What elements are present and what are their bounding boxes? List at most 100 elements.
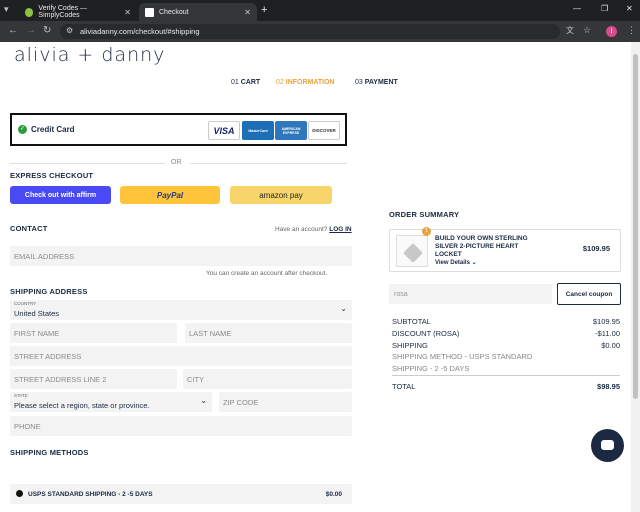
shipping-address-title: SHIPPING ADDRESS (10, 287, 88, 296)
street-address-field[interactable]: STREET ADDRESS (10, 346, 352, 366)
minimize-icon[interactable]: — (573, 4, 581, 13)
street-placeholder: STREET ADDRESS (14, 351, 82, 361)
restore-icon[interactable]: ❐ (601, 4, 608, 13)
step-label: PAYMENT (364, 79, 398, 86)
close-tab-icon[interactable]: ✕ (124, 8, 131, 17)
step-information: 02 INFORMATION (276, 79, 335, 86)
mastercard-card-icon: MasterCard (242, 121, 274, 140)
forward-icon[interactable]: → (26, 25, 36, 36)
chevron-down-icon: ⌄ (471, 260, 477, 266)
tab-verify-codes[interactable]: Verify Codes — SimplyCodes ✕ (19, 3, 137, 21)
heart-locket-icon (403, 243, 423, 263)
profile-avatar[interactable]: I (606, 26, 617, 37)
menu-kebab-icon[interactable]: ⋮ (627, 25, 636, 36)
subtotal-row: SUBTOTAL $109.95 (392, 317, 620, 326)
translate-icon[interactable]: 文 (566, 25, 574, 36)
coupon-value: rosa (394, 290, 408, 298)
close-tab-icon[interactable]: ✕ (244, 8, 251, 17)
email-field[interactable]: EMAIL ADDRESS (10, 246, 352, 266)
order-summary-title: ORDER SUMMARY (389, 210, 460, 219)
view-details-toggle[interactable]: View Details ⌄ (435, 259, 477, 266)
login-link[interactable]: LOG IN (329, 226, 351, 233)
discover-card-icon: DISCOVER (308, 121, 340, 140)
zip-placeholder: ZIP CODE (223, 397, 259, 407)
tab-search-icon[interactable]: ▾ (4, 4, 9, 15)
view-details-label: View Details (435, 260, 470, 266)
email-placeholder: EMAIL ADDRESS (14, 251, 75, 261)
step-number: 02 (276, 79, 284, 86)
product-thumbnail (396, 235, 428, 267)
shipping-value: $0.00 (601, 341, 620, 350)
bookmark-star-icon[interactable]: ☆ (583, 25, 591, 36)
tab-checkout[interactable]: Checkout ✕ (139, 3, 257, 21)
cancel-coupon-button[interactable]: Cancel coupon (557, 283, 621, 305)
state-select[interactable]: STATE Please select a region, state or p… (10, 392, 212, 412)
country-label: COUNTRY (14, 301, 37, 306)
step-label: INFORMATION (285, 79, 335, 86)
express-checkout-title: EXPRESS CHECKOUT (10, 171, 94, 180)
step-number: 03 (355, 79, 363, 86)
credit-card-label: Credit Card (31, 125, 75, 134)
amazon-pay-button[interactable]: amazon pay (230, 186, 332, 204)
step-cart[interactable]: 01 CART (231, 79, 260, 86)
contact-title: CONTACT (10, 224, 48, 233)
step-number: 01 (231, 79, 239, 86)
address-bar-row: ← → ↻ ⚙ aliviadanny.com/checkout/#shippi… (0, 21, 640, 42)
summary-divider (392, 375, 620, 376)
radio-selected-icon (16, 490, 23, 497)
back-icon[interactable]: ← (8, 25, 18, 36)
visa-card-icon: VISA (208, 121, 240, 140)
account-note: You can create an account after checkout… (206, 270, 328, 277)
or-separator: OR (171, 159, 182, 166)
country-select[interactable]: COUNTRY United States ⌄ (10, 300, 352, 320)
paypal-button[interactable]: PayPal (120, 186, 220, 204)
order-item: 1 BUILD YOUR OWN STERLING SILVER 2-PICTU… (389, 227, 621, 272)
country-value: United States (14, 309, 60, 318)
discount-row: DISCOUNT (ROSA) -$11.00 (392, 329, 620, 338)
first-name-field[interactable]: FIRST NAME (10, 323, 177, 343)
site-logo[interactable]: alivia + danny (14, 44, 165, 66)
total-value: $98.95 (597, 382, 620, 391)
shipping-methods-title: SHIPPING METHODS (10, 448, 89, 457)
close-window-icon[interactable]: ✕ (626, 4, 633, 13)
site-info-icon[interactable]: ⚙ (66, 26, 73, 35)
have-account-text: Have an account? LOG IN (275, 226, 352, 233)
city-field[interactable]: CITY (183, 369, 352, 389)
street2-placeholder: STREET ADDRESS LINE 2 (14, 374, 107, 384)
chat-button[interactable] (591, 429, 624, 462)
browser-tab-strip: ▾ Verify Codes — SimplyCodes ✕ Checkout … (0, 0, 640, 21)
city-placeholder: CITY (187, 374, 205, 384)
step-label: CART (240, 79, 261, 86)
total-label: TOTAL (392, 382, 416, 391)
state-value: Please select a region, state or provinc… (14, 401, 150, 410)
street-address-2-field[interactable]: STREET ADDRESS LINE 2 (10, 369, 177, 389)
discount-value: -$11.00 (595, 329, 620, 338)
url-input[interactable]: ⚙ aliviadanny.com/checkout/#shipping (60, 24, 560, 39)
quantity-badge: 1 (422, 227, 431, 236)
last-name-placeholder: LAST NAME (189, 328, 232, 338)
shipping-label: SHIPPING (392, 341, 428, 350)
shipping-method-option[interactable]: USPS STANDARD SHIPPING - 2 -5 DAYS $0.00 (10, 484, 352, 504)
amex-card-icon: AMERICAN EXPRESS (275, 121, 307, 140)
url-text: aliviadanny.com/checkout/#shipping (80, 27, 200, 36)
credit-card-option[interactable]: ✓ Credit Card VISA MasterCard AMERICAN E… (10, 113, 347, 146)
reload-icon[interactable]: ↻ (43, 25, 51, 36)
scrollbar-thumb[interactable] (633, 54, 638, 399)
checkout-page: alivia + danny 01 CART 02 INFORMATION 03… (0, 42, 631, 512)
new-tab-icon[interactable]: + (261, 4, 267, 16)
shipping-method-summary: SHIPPING METHOD - USPS STANDARD SHIPPING… (392, 352, 533, 373)
shipping-row: SHIPPING $0.00 (392, 341, 620, 350)
chat-bubble-icon (601, 440, 614, 450)
step-payment: 03 PAYMENT (355, 79, 398, 86)
coupon-input[interactable]: rosa (389, 284, 552, 304)
tab-title: Verify Codes — SimplyCodes (38, 5, 88, 19)
last-name-field[interactable]: LAST NAME (185, 323, 352, 343)
zip-field[interactable]: ZIP CODE (219, 392, 352, 412)
total-row: TOTAL $98.95 (392, 382, 620, 391)
subtotal-label: SUBTOTAL (392, 317, 431, 326)
divider (10, 163, 165, 164)
divider (190, 163, 347, 164)
phone-placeholder: PHONE (14, 421, 41, 431)
phone-field[interactable]: PHONE (10, 416, 352, 436)
affirm-button[interactable]: Check out with affirm (10, 186, 111, 204)
